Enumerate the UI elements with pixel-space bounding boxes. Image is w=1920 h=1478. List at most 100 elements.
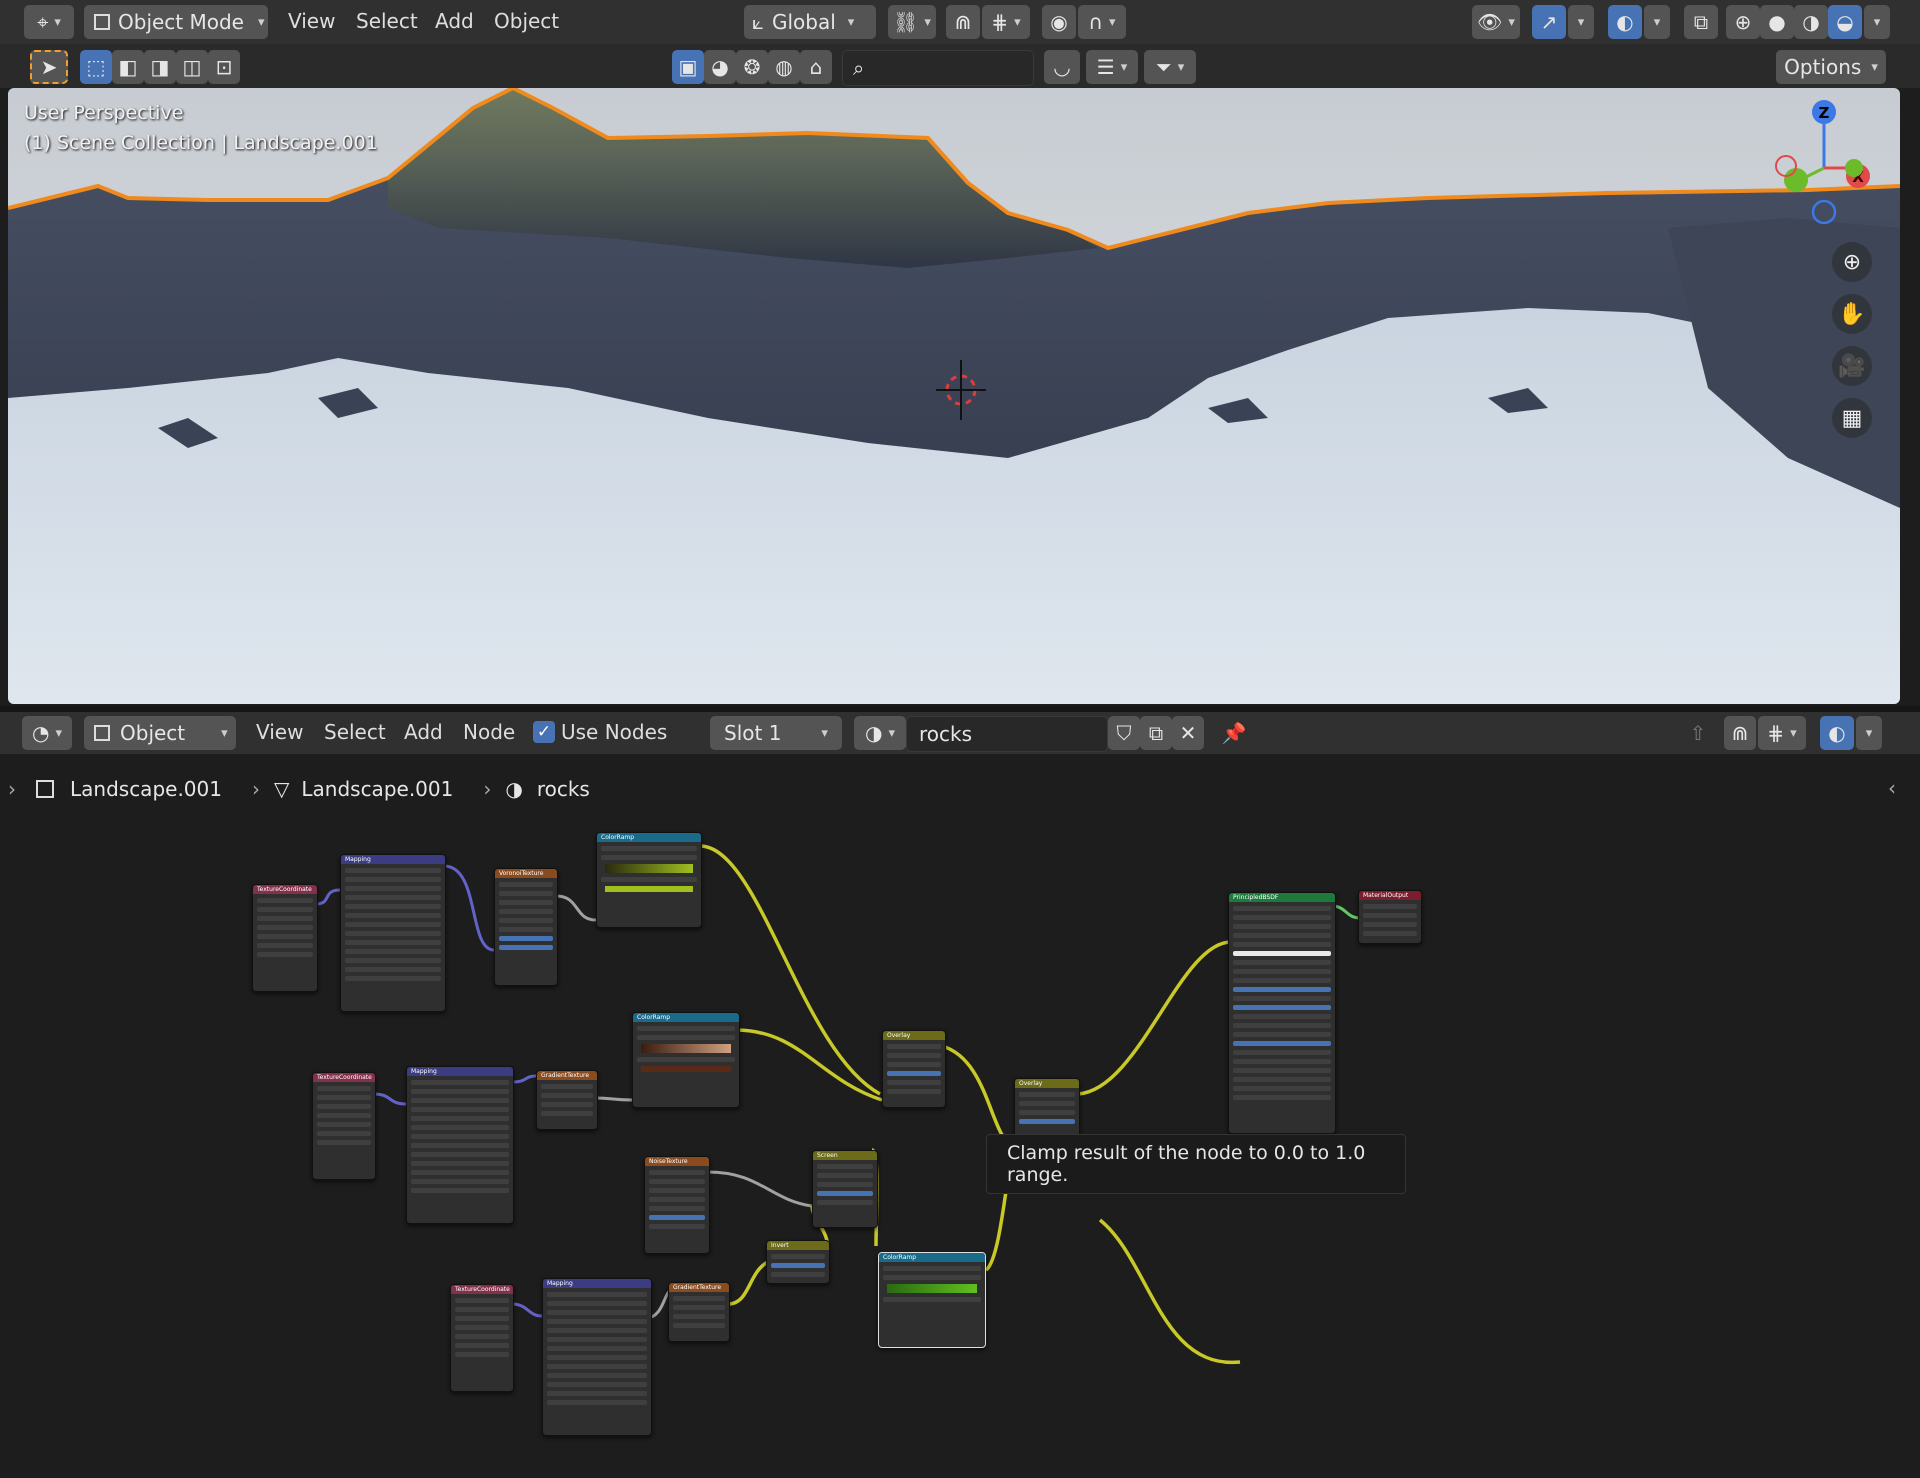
node-field: [257, 916, 313, 921]
node-field: [1363, 904, 1417, 909]
node-title: NoiseTexture: [645, 1157, 709, 1166]
node-color-ramp-1[interactable]: ColorRamp: [596, 832, 702, 928]
node-field: [345, 895, 441, 900]
node-screen[interactable]: Screen: [812, 1150, 878, 1228]
node-field: [257, 898, 313, 903]
node-field: [317, 1131, 371, 1136]
node-field: [411, 1125, 509, 1130]
node-title: GradientTexture: [537, 1071, 597, 1080]
node-field: [887, 1071, 941, 1076]
node-field: [499, 918, 553, 923]
node-color-ramp-2[interactable]: ColorRamp: [632, 1012, 740, 1108]
node-field: [887, 1062, 941, 1067]
node-field: [547, 1328, 647, 1333]
node-field: [411, 1179, 509, 1184]
node-field: [1233, 1041, 1331, 1046]
node-texture-coordinate-2[interactable]: TextureCoordinate: [312, 1072, 376, 1180]
color-ramp-gradient: [641, 1044, 731, 1053]
color-ramp-gradient: [605, 864, 693, 873]
node-field: [1233, 1086, 1331, 1091]
node-field: [317, 1140, 371, 1145]
node-field: [887, 1044, 941, 1049]
node-field: [1233, 933, 1331, 938]
node-gradient-texture-2[interactable]: GradientTexture: [668, 1282, 730, 1342]
node-field: [637, 1035, 735, 1040]
node-field: [411, 1170, 509, 1175]
node-overlay-1[interactable]: Overlay: [882, 1030, 946, 1108]
node-field: [601, 846, 697, 851]
node-field: [345, 958, 441, 963]
node-texture-coordinate-1[interactable]: TextureCoordinate: [252, 884, 318, 992]
node-field: [883, 1266, 981, 1271]
node-title: ColorRamp: [633, 1013, 739, 1022]
node-field: [1233, 915, 1331, 920]
color-swatch: [605, 886, 693, 892]
node-field: [499, 945, 553, 950]
node-title: Overlay: [883, 1031, 945, 1040]
node-mapping-2[interactable]: Mapping: [406, 1066, 514, 1224]
node-title: TextureCoordinate: [451, 1285, 513, 1294]
node-field: [1233, 1005, 1331, 1010]
node-noise-texture[interactable]: NoiseTexture: [644, 1156, 710, 1254]
node-field: [455, 1352, 509, 1357]
node-field: [547, 1310, 647, 1315]
node-field: [601, 855, 697, 860]
node-field: [1233, 960, 1331, 965]
node-field: [771, 1254, 825, 1259]
node-field: [649, 1206, 705, 1211]
node-field: [817, 1173, 873, 1178]
node-field: [1233, 1014, 1331, 1019]
node-field: [887, 1089, 941, 1094]
node-title: PrincipledBSDF: [1229, 893, 1335, 902]
node-field: [257, 943, 313, 948]
node-field: [455, 1316, 509, 1321]
node-field: [317, 1104, 371, 1109]
node-field: [649, 1224, 705, 1229]
node-gradient-texture-1[interactable]: GradientTexture: [536, 1070, 598, 1130]
node-mapping-1[interactable]: Mapping: [340, 854, 446, 1012]
node-invert[interactable]: Invert: [766, 1240, 830, 1284]
node-field: [499, 936, 553, 941]
node-field: [547, 1355, 647, 1360]
node-field: [883, 1297, 981, 1302]
node-title: TextureCoordinate: [313, 1073, 375, 1082]
node-field: [345, 868, 441, 873]
node-field: [499, 927, 553, 932]
node-field: [1233, 1095, 1331, 1100]
node-field: [1019, 1119, 1075, 1124]
node-field: [1019, 1101, 1075, 1106]
node-field: [541, 1084, 593, 1089]
node-color-ramp-3[interactable]: ColorRamp: [878, 1252, 986, 1348]
node-field: [887, 1053, 941, 1058]
node-field: [499, 909, 553, 914]
node-field: [1363, 922, 1417, 927]
node-field: [345, 967, 441, 972]
node-texture-coordinate-3[interactable]: TextureCoordinate: [450, 1284, 514, 1392]
node-field: [317, 1113, 371, 1118]
node-field: [649, 1197, 705, 1202]
node-title: Mapping: [543, 1279, 651, 1288]
node-field: [547, 1373, 647, 1378]
node-field: [411, 1080, 509, 1085]
node-field: [771, 1263, 825, 1268]
node-field: [257, 907, 313, 912]
node-title: Mapping: [407, 1067, 513, 1076]
node-field: [547, 1292, 647, 1297]
node-field: [411, 1107, 509, 1112]
node-field: [541, 1102, 593, 1107]
node-field: [547, 1382, 647, 1387]
node-material-output[interactable]: MaterialOutput: [1358, 890, 1422, 944]
color-ramp-gradient: [887, 1284, 977, 1293]
tooltip-text: Clamp result of the node to 0.0 to 1.0 r…: [1007, 1142, 1366, 1186]
node-field: [547, 1391, 647, 1396]
node-field: [817, 1164, 873, 1169]
node-field: [649, 1170, 705, 1175]
node-field: [411, 1098, 509, 1103]
node-field: [411, 1152, 509, 1157]
node-field: [649, 1188, 705, 1193]
node-principled-bsdf[interactable]: PrincipledBSDF: [1228, 892, 1336, 1134]
node-field: [1363, 913, 1417, 918]
node-voronoi-texture[interactable]: VoronoiTexture: [494, 868, 558, 986]
node-mapping-3[interactable]: Mapping: [542, 1278, 652, 1436]
node-field: [1233, 1068, 1331, 1073]
